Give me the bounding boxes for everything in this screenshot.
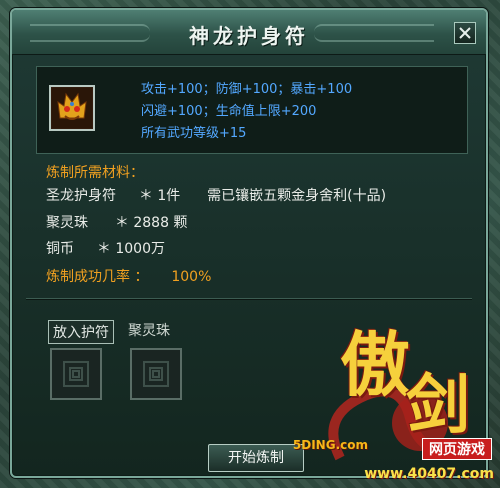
materials-header: 炼制所需材料： xyxy=(46,165,144,181)
item-info-panel: 攻击+100；防御+100；暴击+100 闪避+100；生命值上限+200 所有… xyxy=(36,66,468,154)
site-url: www.40407.com xyxy=(364,466,494,482)
close-button[interactable] xyxy=(454,22,476,44)
insert-talisman-button[interactable]: 放入护符 xyxy=(48,320,114,344)
attribute-line-1: 攻击+100；防御+100；暴击+100 xyxy=(141,82,353,97)
game-logo-watermark: 傲 剑 5DING.com 网页游戏 www.40407.com xyxy=(293,308,500,488)
pearl-input-slot[interactable] xyxy=(130,348,182,400)
material-pearl-name: 聚灵珠 xyxy=(46,215,88,231)
site-badge: 网页游戏 xyxy=(422,438,492,460)
material-pearl-qty: ＊ 2888 颗 xyxy=(114,215,188,231)
success-rate-row: 炼制成功几率 ： 100% xyxy=(46,266,211,286)
start-refine-button[interactable]: 开始炼制 xyxy=(208,444,304,472)
material-coins-qty: ＊ 1000万 xyxy=(96,241,165,257)
success-rate-label: 炼制成功几率 ： xyxy=(46,269,149,285)
pearl-slot-label: 聚灵珠 xyxy=(128,323,170,339)
material-coins-row: 铜币 ＊ 1000万 xyxy=(46,238,165,258)
material-talisman-name: 圣龙护身符 xyxy=(46,188,116,204)
dialog-title: 神龙护身符 xyxy=(189,24,309,48)
golden-dragon-head-icon xyxy=(52,88,92,128)
empty-slot-pattern-icon xyxy=(63,361,89,387)
logo-char-jian: 剑 xyxy=(406,368,470,443)
dialog-titlebar: 神龙护身符 xyxy=(12,10,486,55)
talisman-input-slot[interactable] xyxy=(50,348,102,400)
close-icon xyxy=(459,27,471,39)
attribute-line-2: 闪避+100；生命值上限+200 xyxy=(141,104,317,119)
logo-domain: 5DING.com xyxy=(292,438,368,452)
material-talisman-requirement: 需已镶嵌五颗金身舍利(十品) xyxy=(207,188,387,204)
item-icon-slot[interactable] xyxy=(49,85,95,131)
logo-char-ao: 傲 xyxy=(340,323,410,406)
section-divider xyxy=(26,298,472,299)
material-coins-name: 铜币 xyxy=(46,241,74,257)
empty-slot-pattern-icon xyxy=(143,361,169,387)
attribute-line-3: 所有武功等级+15 xyxy=(141,126,247,141)
material-talisman-qty: ＊ 1件 xyxy=(138,188,181,204)
material-pearl-row: 聚灵珠 ＊ 2888 颗 xyxy=(46,212,187,232)
material-talisman-row: 圣龙护身符 ＊ 1件 需已镶嵌五颗金身舍利(十品) xyxy=(46,185,386,205)
success-rate-value: 100% xyxy=(171,269,212,285)
